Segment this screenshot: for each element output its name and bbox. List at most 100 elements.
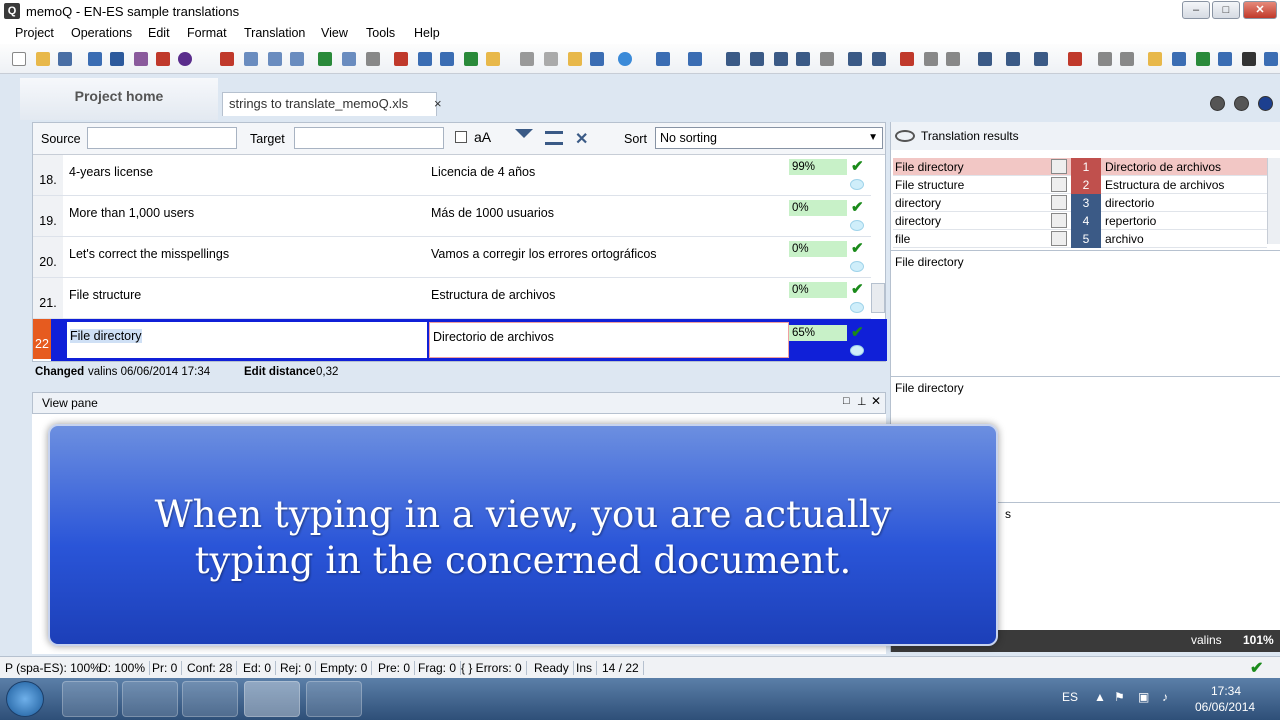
filter-icon[interactable] — [515, 129, 533, 138]
sort-icon[interactable] — [110, 52, 124, 66]
format-b-icon[interactable] — [726, 52, 740, 66]
menu-tools[interactable]: Tools — [366, 26, 395, 40]
maximize-button[interactable]: □ — [1212, 1, 1240, 19]
lookup-icon[interactable] — [924, 52, 938, 66]
table-row[interactable]: 20. Let's correct the misspellings Vamos… — [33, 237, 871, 278]
input-language[interactable]: ES — [1062, 690, 1078, 704]
open-folder-icon[interactable] — [36, 52, 50, 66]
new-icon[interactable] — [12, 52, 26, 66]
comment-icon[interactable] — [850, 345, 864, 356]
find-icon[interactable] — [418, 52, 432, 66]
match-case-checkbox[interactable] — [455, 131, 467, 143]
active-source-segment[interactable]: File directory — [67, 322, 427, 358]
target-segment[interactable]: Licencia de 4 años — [431, 165, 535, 179]
source-segment[interactable]: 4-years license — [69, 165, 153, 179]
search-doc-icon[interactable] — [290, 52, 304, 66]
menu-translation[interactable]: Translation — [244, 26, 305, 40]
result-hit[interactable]: File structure 2 Estructura de archivos — [893, 176, 1267, 194]
import-icon[interactable] — [88, 52, 102, 66]
table-row[interactable]: 18. 4-years license Licencia de 4 años 9… — [33, 155, 871, 196]
settings-icon[interactable] — [900, 52, 914, 66]
flag-icon[interactable]: ⚑ — [1114, 690, 1125, 704]
table-row[interactable]: 19. More than 1,000 users Más de 1000 us… — [33, 196, 871, 237]
menu-format[interactable]: Format — [187, 26, 227, 40]
menu-view[interactable]: View — [321, 26, 348, 40]
format-clear-icon[interactable] — [820, 52, 834, 66]
copy-doc-icon[interactable] — [244, 52, 258, 66]
tray-time[interactable]: 17:34 — [1211, 684, 1241, 698]
menu-project[interactable]: Project — [15, 26, 54, 40]
statistics-icon[interactable] — [220, 52, 234, 66]
tab-close-icon[interactable]: × — [434, 93, 450, 115]
file-explorer-icon[interactable] — [122, 681, 178, 717]
menu-operations[interactable]: Operations — [71, 26, 132, 40]
result-hit[interactable]: directory 4 repertorio — [893, 212, 1267, 230]
info-icon[interactable] — [618, 52, 632, 66]
view-icon[interactable] — [978, 52, 992, 66]
volume-icon[interactable]: ♪ — [1162, 690, 1168, 704]
memoq-taskbar-icon[interactable] — [244, 681, 300, 717]
target-segment[interactable]: Más de 1000 usuarios — [431, 206, 554, 220]
format-i-icon[interactable] — [750, 52, 764, 66]
spellcheck-icon[interactable] — [590, 52, 604, 66]
purple-app-icon[interactable] — [306, 681, 362, 717]
tools-icon[interactable] — [134, 52, 148, 66]
filter-icon[interactable] — [394, 52, 408, 66]
quick-add-icon[interactable] — [486, 52, 500, 66]
table-row[interactable]: 21. File structure Estructura de archivo… — [33, 278, 871, 319]
next-tab-icon[interactable] — [1234, 96, 1249, 111]
comment-icon[interactable] — [850, 220, 864, 231]
active-target-editor[interactable]: Directorio de archivos — [429, 322, 789, 358]
export-icon[interactable] — [318, 52, 332, 66]
clear-filter-icon[interactable]: ✕ — [575, 129, 593, 148]
results-scrollbar[interactable] — [1267, 158, 1280, 244]
add-term-icon[interactable] — [464, 52, 478, 66]
close-button[interactable]: ✕ — [1243, 1, 1277, 19]
copy-icon[interactable] — [544, 52, 558, 66]
source-segment[interactable]: File structure — [69, 288, 141, 302]
edit-icon[interactable] — [1218, 52, 1232, 66]
panel-icon[interactable] — [1034, 52, 1048, 66]
target-segment[interactable]: Estructura de archivos — [431, 288, 555, 302]
tray-date[interactable]: 06/06/2014 — [1195, 700, 1255, 714]
print-icon[interactable] — [366, 52, 380, 66]
concordance-icon[interactable] — [440, 52, 454, 66]
start-button[interactable] — [6, 681, 44, 717]
refresh-icon[interactable] — [342, 52, 356, 66]
globe-icon[interactable] — [178, 52, 192, 66]
paste-icon[interactable] — [568, 52, 582, 66]
result-hit[interactable]: file 5 archivo — [893, 230, 1267, 248]
apply-icon[interactable] — [946, 52, 960, 66]
result-hit[interactable]: directory 3 directorio — [893, 194, 1267, 212]
braces-icon[interactable] — [872, 52, 886, 66]
result-hit[interactable]: File directory 1 Directorio de archivos — [893, 158, 1267, 176]
more-icon[interactable] — [1264, 52, 1278, 66]
format-u-icon[interactable] — [774, 52, 788, 66]
memoq-app-icon[interactable]: Q — [4, 3, 20, 19]
tab-document[interactable]: strings to translate_memoQ.xls × — [222, 92, 442, 116]
active-row[interactable]: 22 File directory Directorio de archivos… — [33, 319, 887, 361]
restore-icon[interactable]: □ — [843, 395, 850, 407]
confirm-icon[interactable] — [1196, 52, 1210, 66]
tab-project-home[interactable]: Project home — [20, 78, 218, 120]
cut-icon[interactable] — [520, 52, 534, 66]
menu-help[interactable]: Help — [414, 26, 440, 40]
confirm-all-icon[interactable] — [1172, 52, 1186, 66]
upload-icon[interactable] — [156, 52, 170, 66]
tab-list-icon[interactable] — [1258, 96, 1273, 111]
undo-icon[interactable] — [656, 52, 670, 66]
redo-icon[interactable] — [688, 52, 702, 66]
pin-icon[interactable]: ⊥ — [857, 395, 867, 408]
network-icon[interactable]: ▣ — [1138, 690, 1149, 704]
close-pane-icon[interactable]: ✕ — [871, 394, 881, 408]
previous-tab-icon[interactable] — [1210, 96, 1225, 111]
bookmark-icon[interactable] — [1148, 52, 1162, 66]
qa-icon[interactable] — [1068, 52, 1082, 66]
status-errors[interactable]: { } Errors: 0 — [461, 661, 527, 675]
source-segment[interactable]: More than 1,000 users — [69, 206, 194, 220]
comment-icon[interactable] — [850, 179, 864, 190]
save-icon[interactable] — [58, 52, 72, 66]
grid-scrollbar[interactable] — [871, 283, 885, 313]
menu-edit[interactable]: Edit — [148, 26, 170, 40]
lock-icon[interactable] — [1242, 52, 1256, 66]
